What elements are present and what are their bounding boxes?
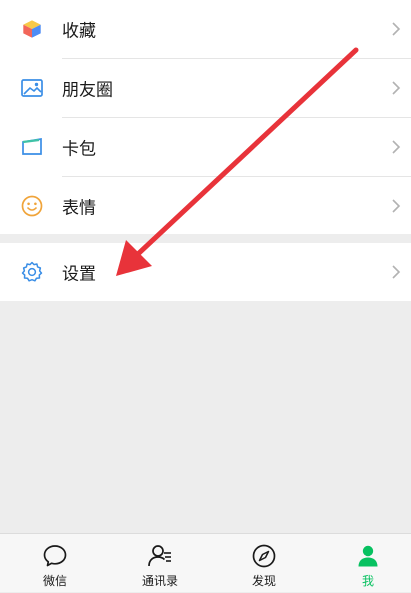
menu-item-favorites[interactable]: 收藏 — [0, 0, 411, 58]
menu-item-moments[interactable]: 朋友圈 — [0, 59, 411, 117]
menu-item-label: 朋友圈 — [62, 80, 113, 101]
menu-item-settings[interactable]: 设置 — [0, 243, 411, 301]
menu-item-label: 表情 — [62, 198, 96, 219]
tab-discover[interactable]: 发现 — [213, 534, 315, 593]
tab-label: 微信 — [42, 574, 67, 588]
tab-label: 发现 — [251, 574, 276, 588]
card-wallet-icon — [20, 135, 44, 159]
moments-picture-icon — [20, 76, 44, 100]
menu-item-label: 设置 — [62, 264, 96, 285]
bottom-tab-bar: 微信 通讯录 发现 我 — [0, 533, 411, 592]
menu-item-card-wallet[interactable]: 卡包 — [0, 118, 411, 176]
tab-chats[interactable]: 微信 — [4, 534, 106, 593]
chevron-right-icon — [392, 140, 401, 154]
chevron-right-icon — [392, 22, 401, 36]
contacts-person-icon — [148, 545, 171, 567]
chevron-right-icon — [392, 199, 401, 213]
discover-compass-icon — [252, 544, 276, 568]
menu-item-label: 收藏 — [62, 21, 96, 42]
menu-group-main: 收藏 朋友圈 卡包 表情 — [0, 0, 411, 234]
chevron-right-icon — [392, 265, 401, 279]
chat-bubble-icon — [43, 545, 67, 567]
menu-item-stickers[interactable]: 表情 — [0, 177, 411, 235]
menu-group-settings: 设置 — [0, 243, 411, 301]
menu-item-label: 卡包 — [62, 139, 96, 160]
me-person-icon — [358, 545, 378, 567]
chevron-right-icon — [392, 81, 401, 95]
tab-me[interactable]: 我 — [317, 534, 411, 593]
settings-gear-icon — [20, 260, 44, 284]
favorites-cube-icon — [20, 17, 44, 41]
tab-label: 通讯录 — [141, 574, 178, 588]
tab-label: 我 — [361, 574, 374, 588]
sticker-smiley-icon — [20, 194, 44, 218]
tab-contacts[interactable]: 通讯录 — [109, 534, 211, 593]
